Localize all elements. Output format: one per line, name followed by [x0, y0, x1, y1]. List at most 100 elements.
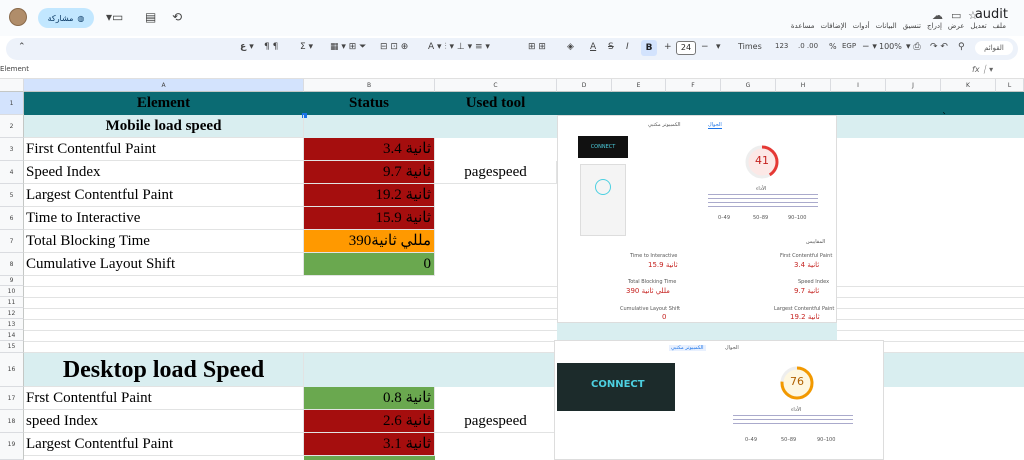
metric-value[interactable]: 19.2 ثانية	[304, 184, 435, 207]
tool-cell[interactable]: pagespeed	[435, 410, 557, 433]
strikethrough-icon[interactable]: S	[608, 42, 614, 52]
metric-name[interactable]: Frst Contentful Paint	[24, 387, 304, 410]
col-header-b[interactable]: B	[304, 79, 435, 92]
col-header-h[interactable]: H	[776, 79, 831, 92]
decimal-icon[interactable]: .0 .00	[798, 42, 818, 50]
percent-format[interactable]: %	[829, 42, 837, 51]
metric-value[interactable]: 2.6 ثانية	[304, 410, 435, 433]
menu-help[interactable]: مساعدة	[791, 22, 815, 30]
row-header[interactable]: 16	[0, 353, 24, 387]
share-button[interactable]: مشاركة ◍	[38, 8, 94, 28]
row-header[interactable]: 12	[0, 308, 24, 319]
print-icon[interactable]: ▾ ⎙	[906, 42, 921, 52]
move-icon[interactable]: ▭	[951, 9, 961, 22]
font-size-decrease[interactable]: −	[701, 42, 709, 52]
col-header-k[interactable]: K	[941, 79, 996, 92]
metric-value[interactable]: 15.9 ثانية	[304, 207, 435, 230]
ltr-icon[interactable]: ¶ ¶	[264, 42, 278, 52]
metric-name[interactable]: Time to Interactive	[24, 207, 304, 230]
text-direction-icon[interactable]: ع ▾	[240, 42, 254, 52]
metric-name[interactable]: Largest Contentful Paint	[24, 184, 304, 207]
fill-color-icon[interactable]: ◈	[567, 42, 574, 52]
currency-format[interactable]: EGP	[842, 42, 856, 50]
font-family[interactable]: Times	[738, 42, 762, 51]
row-header[interactable]: 4	[0, 161, 24, 184]
name-box[interactable]: Element	[0, 65, 29, 73]
row-header[interactable]: 6	[0, 207, 24, 230]
metric-value[interactable]: 3.1 ثانية	[304, 433, 435, 456]
col-header-c[interactable]: C	[435, 79, 557, 92]
zoom-out[interactable]: − ▾	[862, 42, 877, 52]
document-title[interactable]: audit	[975, 7, 1008, 22]
metric-name[interactable]: Speed Index	[24, 161, 304, 184]
history-icon[interactable]: ⟲	[172, 10, 182, 24]
row-header[interactable]: 19	[0, 433, 24, 460]
filter-icon[interactable]: ▦ ▾ ⊞ ⏷	[330, 42, 366, 52]
number-format[interactable]: 123	[775, 42, 788, 50]
collapse-icon[interactable]: ⌃	[18, 42, 26, 52]
font-size-increase[interactable]: +	[664, 42, 672, 52]
row-header[interactable]: 10	[0, 286, 24, 297]
wrap-icon[interactable]: A ▾ ⫶ ▾ ⊥ ▾ ≡ ▾	[428, 42, 490, 52]
merge-icon[interactable]: ⊞ ⊞	[528, 42, 546, 52]
desktop-section-title[interactable]: Desktop load Speed	[24, 353, 304, 387]
col-header-l[interactable]: L	[996, 79, 1024, 92]
mobile-section-title[interactable]: Mobile load speed	[24, 115, 304, 138]
functions-icon[interactable]: Σ ▾	[300, 42, 313, 52]
menu-file[interactable]: ملف	[993, 22, 1006, 30]
metric-name[interactable]: Total Blocking Time	[24, 230, 304, 253]
metric-name[interactable]: Largest Contentful Paint	[24, 433, 304, 456]
metric-value[interactable]: 390مللي ثانية	[304, 230, 435, 253]
row-header[interactable]: 17	[0, 387, 24, 410]
formula-bar[interactable]	[0, 62, 1024, 79]
col-header-g[interactable]: G	[721, 79, 776, 92]
col-header-j[interactable]: J	[886, 79, 941, 92]
search-icon[interactable]: ⚲	[958, 42, 965, 52]
col-header-f[interactable]: F	[666, 79, 721, 92]
col-header-d[interactable]: D	[557, 79, 612, 92]
header-tool[interactable]: Used tool	[435, 92, 557, 115]
menus-search[interactable]: القوائم	[975, 41, 1013, 55]
menu-tools[interactable]: أدوات	[853, 22, 870, 30]
col-header-e[interactable]: E	[612, 79, 666, 92]
meet-icon[interactable]: ▾▭	[106, 10, 123, 24]
star-icon[interactable]: ☆	[968, 9, 978, 22]
row-header[interactable]: 18	[0, 410, 24, 433]
avatar[interactable]	[9, 8, 27, 26]
select-all[interactable]	[0, 79, 24, 92]
header-element[interactable]: Element	[24, 92, 304, 115]
row-header[interactable]: 5	[0, 184, 24, 207]
row-header[interactable]: 7	[0, 230, 24, 253]
row-header[interactable]: 1	[0, 92, 24, 115]
menu-edit[interactable]: تعديل	[970, 22, 986, 30]
metric-value[interactable]: 0.8 ثانية	[304, 387, 435, 410]
italic-icon[interactable]: I	[626, 42, 629, 52]
redo-icon[interactable]: ↷ ↶	[930, 42, 948, 52]
zoom-level[interactable]: 100%	[879, 42, 902, 51]
metric-value[interactable]: 3.4 ثانية	[304, 138, 435, 161]
menu-data[interactable]: البيانات	[876, 22, 897, 30]
font-size-input[interactable]: 24	[676, 41, 696, 55]
row-header[interactable]: 14	[0, 330, 24, 341]
row-header[interactable]: 13	[0, 319, 24, 330]
metric-value[interactable]: 0	[304, 253, 435, 276]
menu-insert[interactable]: إدراج	[927, 22, 942, 30]
menu-view[interactable]: عرض	[948, 22, 965, 30]
menu-format[interactable]: تنسيق	[903, 22, 921, 30]
pagespeed-desktop-screenshot[interactable]: الكمبيوتر مكتبي الجوال CONNECT 76 الأداء…	[554, 340, 884, 460]
header-status[interactable]: Status	[304, 92, 435, 115]
text-color-icon[interactable]: A	[590, 42, 596, 52]
row-header[interactable]: 8	[0, 253, 24, 276]
col-header-a[interactable]: A	[24, 79, 304, 92]
row-header[interactable]: 9	[0, 276, 24, 286]
chart-icon[interactable]: ⊟ ⊡ ⊕	[380, 42, 408, 52]
metric-name[interactable]: Cumulative Layout Shift	[24, 253, 304, 276]
col-header-i[interactable]: I	[831, 79, 886, 92]
tool-cell[interactable]: pagespeed	[435, 161, 557, 184]
row-header[interactable]: 2	[0, 115, 24, 138]
bold-button[interactable]: B	[641, 40, 657, 56]
comment-icon[interactable]: ▤	[145, 10, 156, 24]
menu-extensions[interactable]: الإضافات	[821, 22, 847, 30]
metric-value[interactable]: 9.7 ثانية	[304, 161, 435, 184]
row-header[interactable]: 3	[0, 138, 24, 161]
